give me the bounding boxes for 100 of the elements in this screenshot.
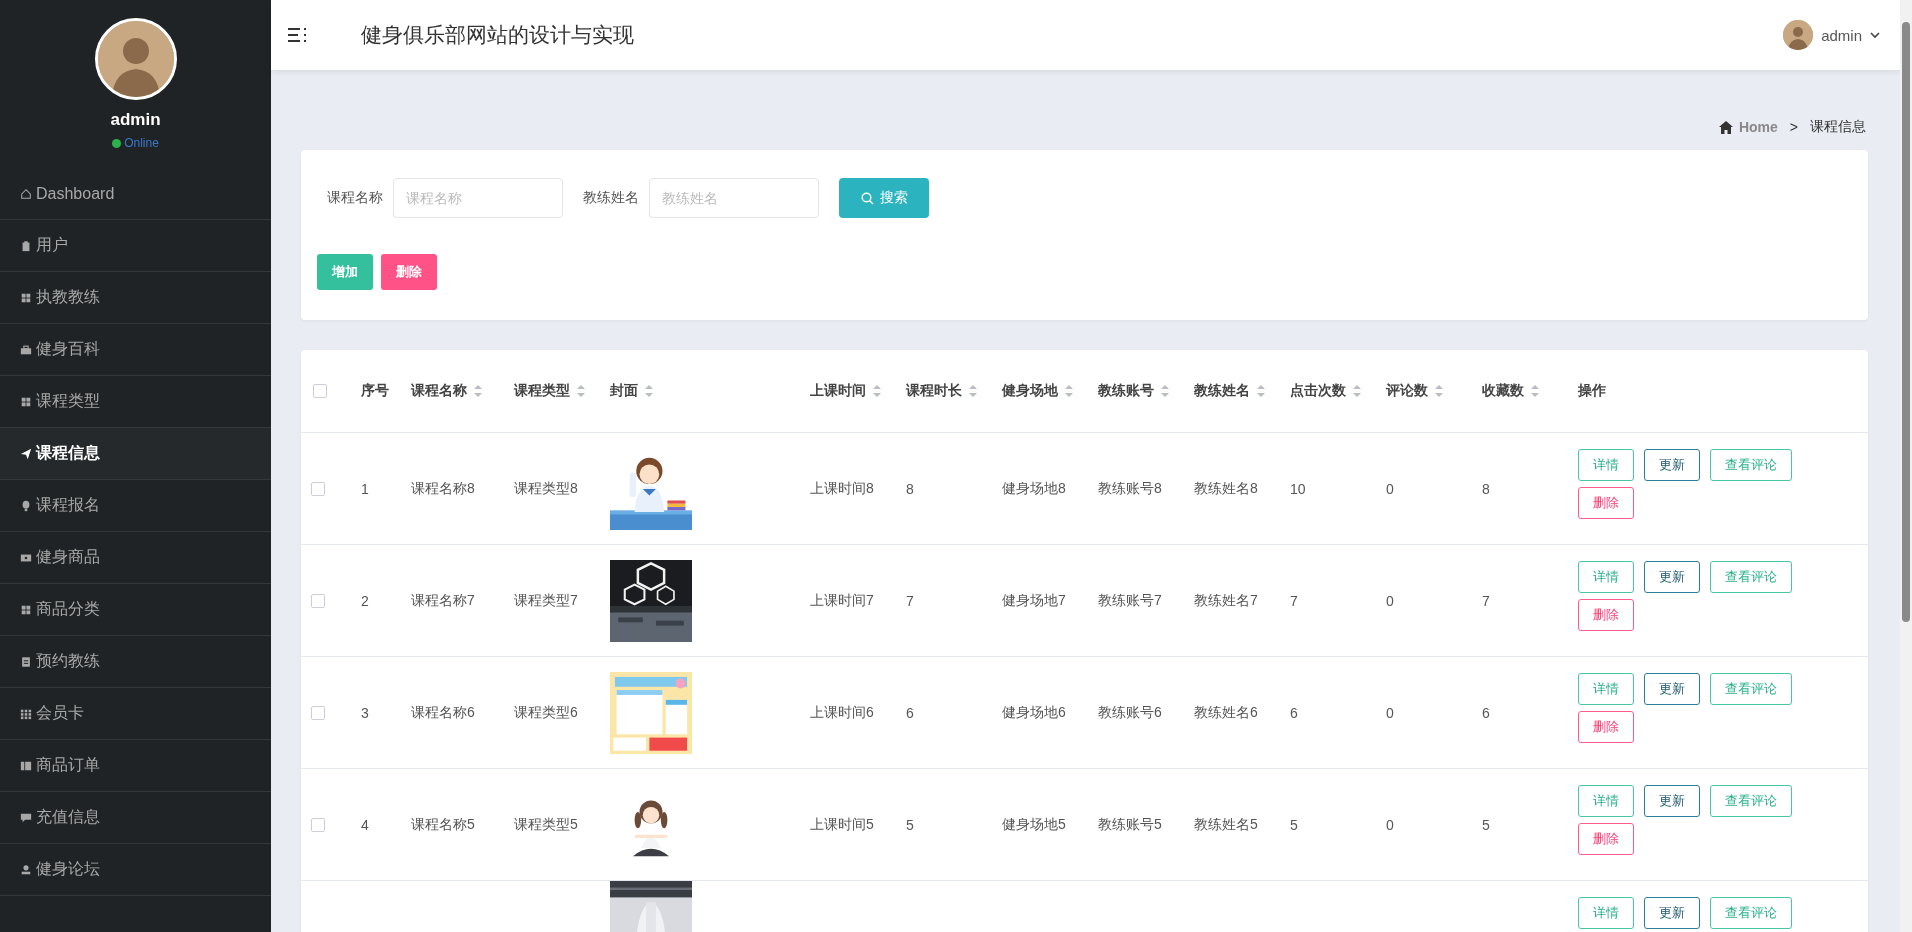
update-button[interactable]: 更新 <box>1644 897 1700 929</box>
scrollbar-thumb[interactable] <box>1902 22 1910 622</box>
grid-icon <box>20 291 32 304</box>
home-icon <box>20 187 32 200</box>
column-header[interactable]: 收藏数 <box>1482 382 1540 400</box>
sort-icon[interactable] <box>473 383 483 399</box>
table-cell: 课程名称8 <box>411 479 475 498</box>
column-header[interactable]: 教练姓名 <box>1194 382 1266 400</box>
table-cell: 教练账号6 <box>1098 703 1162 722</box>
table-cell: 0 <box>1386 592 1394 609</box>
home-icon <box>1718 120 1733 134</box>
sort-icon[interactable] <box>968 383 978 399</box>
sidebar-item[interactable]: 健身商品 <box>0 532 271 584</box>
table-cell: 教练姓名7 <box>1194 591 1258 610</box>
sort-icon[interactable] <box>1256 383 1266 399</box>
sidebar-item[interactable]: 商品订单 <box>0 740 271 792</box>
column-header[interactable]: 点击次数 <box>1290 382 1362 400</box>
table-cell: 上课时间6 <box>810 703 874 722</box>
table-cell: 6 <box>906 704 914 721</box>
update-button[interactable]: 更新 <box>1644 785 1700 817</box>
sort-icon[interactable] <box>576 383 586 399</box>
table-cell: 10 <box>1290 480 1306 497</box>
table-cell: 课程名称5 <box>411 815 475 834</box>
update-button[interactable]: 更新 <box>1644 673 1700 705</box>
delete-button[interactable]: 删除 <box>1578 487 1634 519</box>
search-field[interactable]: 课程名称 <box>393 178 563 218</box>
table-cell: 8 <box>906 480 914 497</box>
table-cell: 0 <box>1386 816 1394 833</box>
column-header[interactable]: 健身场地 <box>1002 382 1074 400</box>
column-header[interactable]: 教练账号 <box>1098 382 1170 400</box>
sort-icon[interactable] <box>1064 383 1074 399</box>
sidebar-item[interactable]: 预约教练 <box>0 636 271 688</box>
table-cell: 6 <box>1482 704 1490 721</box>
comment-icon <box>20 811 32 824</box>
table-cell: 7 <box>906 592 914 609</box>
avatar[interactable] <box>1783 20 1814 50</box>
table-cell: 3 <box>361 704 369 721</box>
bulb-icon <box>20 499 32 512</box>
table-cell: 5 <box>1482 816 1490 833</box>
paper-plane-icon <box>20 447 32 460</box>
table-cell: 教练账号8 <box>1098 479 1162 498</box>
delete-button[interactable]: 删除 <box>1578 823 1634 855</box>
sidebar-item[interactable]: 健身百科 <box>0 324 271 376</box>
delete-button[interactable]: 删除 <box>1578 711 1634 743</box>
table-cell: 课程名称7 <box>411 591 475 610</box>
column-header[interactable]: 评论数 <box>1386 382 1444 400</box>
table-cell: 教练姓名8 <box>1194 479 1258 498</box>
select-all-checkbox[interactable] <box>313 384 327 398</box>
sidebar-item[interactable]: 健身论坛 <box>0 844 271 896</box>
sort-icon[interactable] <box>1352 383 1362 399</box>
chevron-down-icon[interactable] <box>1870 31 1880 39</box>
column-header[interactable]: 封面 <box>610 382 654 400</box>
book-icon <box>20 759 32 772</box>
table-cell: 课程类型6 <box>514 703 578 722</box>
sort-icon[interactable] <box>1530 383 1540 399</box>
breadcrumb-current: 课程信息 <box>1810 118 1866 136</box>
row-checkbox[interactable] <box>311 593 325 608</box>
table-cell: 5 <box>1290 816 1298 833</box>
sort-icon[interactable] <box>1160 383 1170 399</box>
sort-icon[interactable] <box>644 383 654 399</box>
user-menu[interactable]: admin <box>1821 26 1862 44</box>
sidebar-item[interactable]: 商品分类 <box>0 584 271 636</box>
row-checkbox[interactable] <box>311 817 325 832</box>
table-cell: 2 <box>361 592 369 609</box>
site-title: 健身俱乐部网站的设计与实现 <box>361 22 635 48</box>
delete-button[interactable]: 删除 <box>1578 599 1634 631</box>
sidebar-item[interactable]: 会员卡 <box>0 688 271 740</box>
menu-icon[interactable] <box>287 25 309 45</box>
grid-icon <box>20 603 32 616</box>
sidebar-item[interactable]: 用户 <box>0 220 271 272</box>
column-header[interactable]: 课程类型 <box>514 382 586 400</box>
update-button[interactable]: 更新 <box>1644 561 1700 593</box>
table-cell: 健身场地6 <box>1002 703 1066 722</box>
sort-icon[interactable] <box>1434 383 1444 399</box>
sort-icon[interactable] <box>872 383 882 399</box>
grid-icon <box>20 707 32 720</box>
field-label: 教练姓名 <box>583 189 639 207</box>
sidebar-item[interactable]: 充值信息 <box>0 792 271 844</box>
sidebar-item[interactable]: 课程信息 <box>0 428 271 480</box>
table-cell: 课程名称6 <box>411 703 475 722</box>
table-cell: 教练姓名6 <box>1194 703 1258 722</box>
table-cell: 4 <box>361 816 369 833</box>
sidebar-item[interactable]: Dashboard <box>0 168 271 220</box>
row-checkbox[interactable] <box>311 481 325 496</box>
table-cell: 课程类型8 <box>514 479 578 498</box>
sidebar-item[interactable]: 执教教练 <box>0 272 271 324</box>
search-field[interactable]: 教练姓名 <box>649 178 819 218</box>
user-name: admin <box>110 110 161 130</box>
table-cell: 课程类型7 <box>514 591 578 610</box>
status-dot <box>112 138 122 148</box>
table-cell: 7 <box>1290 592 1298 609</box>
table-cell: 8 <box>1482 480 1490 497</box>
table-cell: 健身场地8 <box>1002 479 1066 498</box>
update-button[interactable]: 更新 <box>1644 449 1700 481</box>
column-header[interactable]: 上课时间 <box>810 382 882 400</box>
column-header[interactable]: 课程名称 <box>411 382 483 400</box>
row-checkbox[interactable] <box>311 705 325 720</box>
table-cell: 健身场地5 <box>1002 815 1066 834</box>
column-header[interactable]: 课程时长 <box>906 382 978 400</box>
sidebar-item[interactable]: 课程报名 <box>0 480 271 532</box>
